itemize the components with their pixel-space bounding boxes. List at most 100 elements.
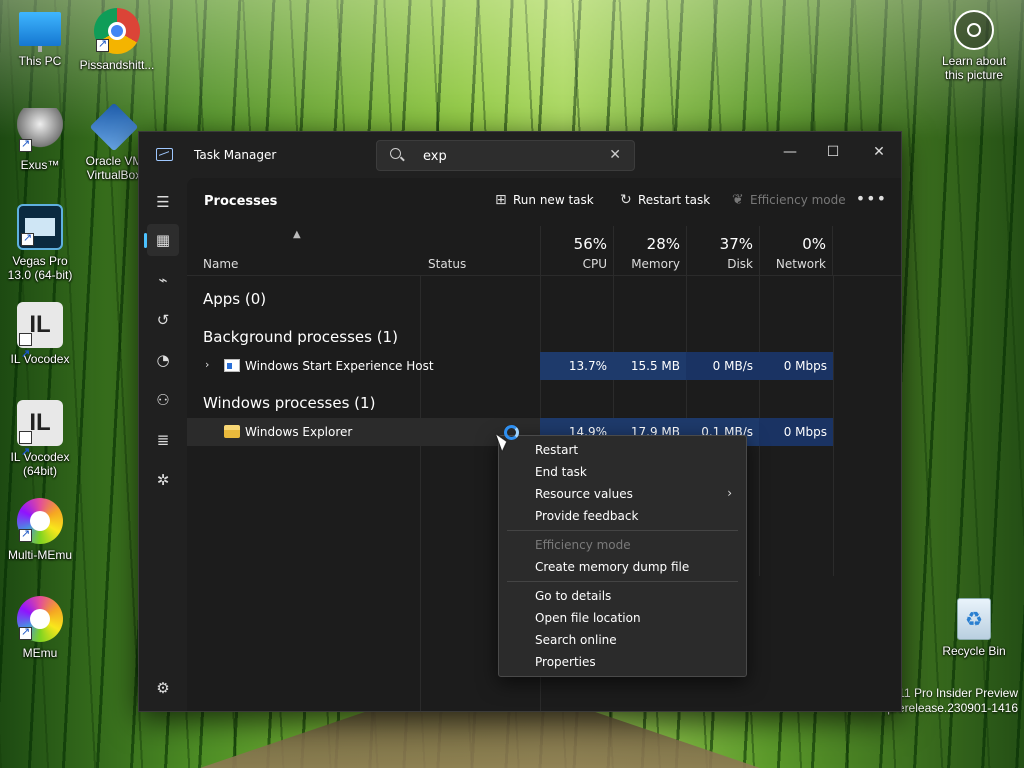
menu-item-resource-values[interactable]: Resource values [535, 487, 633, 501]
memu-icon [17, 498, 63, 544]
column-memory[interactable]: 28% Memory [613, 226, 686, 276]
hamburger-menu-icon[interactable]: ☰ [147, 186, 179, 218]
menu-item-end-task[interactable]: End task [535, 465, 587, 479]
memory-cell: 15.5 MB [613, 352, 686, 380]
run-new-task-label: Run new task [513, 193, 594, 207]
desktop-icon-vegas[interactable]: Vegas Pro 13.0 (64-bit) [0, 204, 80, 282]
performance-icon: ⌁ [158, 271, 168, 289]
sidebar-item-settings[interactable]: ⚙ [147, 672, 179, 704]
desktop-icon-label: This PC [18, 54, 62, 68]
close-button[interactable]: ✕ [856, 138, 902, 166]
column-header: ▲ Name Status 56% CPU 28% Memory 37% Dis… [187, 226, 901, 276]
sidebar-item-app-history[interactable]: ↺ [147, 304, 179, 336]
maximize-button[interactable]: ☐ [810, 138, 856, 166]
memory-total: 28% [646, 235, 680, 253]
restart-task-button[interactable]: ↻ Restart task [620, 192, 710, 208]
chrome-icon [94, 8, 140, 54]
startup-gauge-icon: ◔ [156, 351, 170, 369]
run-task-icon: ⊞ [495, 192, 507, 208]
group-background: Background processes (1) [203, 328, 398, 346]
column-status[interactable]: Status [428, 257, 466, 271]
il-icon: IL [17, 302, 63, 377]
column-name[interactable]: Name [203, 257, 238, 271]
shortcut-arrow-icon [96, 37, 109, 52]
shortcut-arrow-icon [19, 429, 32, 475]
history-icon: ↺ [156, 311, 170, 329]
sidebar-item-users[interactable]: ⚇ [147, 384, 179, 416]
more-options-icon[interactable]: ••• [856, 189, 887, 208]
menu-item-provide-feedback[interactable]: Provide feedback [535, 509, 638, 523]
desktop-icon-chrome[interactable]: Pissandshitt... [77, 8, 157, 72]
menu-item-create-dump[interactable]: Create memory dump file [535, 560, 689, 574]
disk-cell: 0 MB/s [686, 352, 759, 380]
shortcut-arrow-icon [19, 331, 32, 377]
search-box[interactable]: ✕ [376, 140, 635, 171]
title-bar[interactable]: Task Manager ✕ — ☐ ✕ [139, 132, 901, 178]
restart-task-label: Restart task [638, 193, 711, 207]
menu-item-efficiency-mode: Efficiency mode [535, 538, 631, 552]
menu-item-open-file-location[interactable]: Open file location [535, 611, 641, 625]
os-watermark: 11 Pro Insider Preview prerelease.230901… [887, 686, 1018, 716]
watermark-line-2: prerelease.230901-1416 [887, 701, 1018, 715]
desktop-icon-label: MEmu [22, 646, 58, 660]
search-input[interactable] [423, 147, 593, 165]
menu-item-properties[interactable]: Properties [535, 655, 596, 669]
desktop-icon-il-vocodex[interactable]: IL IL Vocodex [0, 302, 80, 377]
table-row[interactable]: › Windows Start Experience Host 13.7% 15… [187, 352, 833, 380]
group-windows: Windows processes (1) [203, 394, 376, 412]
column-divider [420, 276, 421, 711]
desktop-icon-label: Learn about this picture [941, 54, 1007, 82]
window-title: Task Manager [194, 148, 277, 162]
network-total: 0% [802, 235, 826, 253]
processes-icon: ▦ [155, 231, 171, 249]
sidebar-item-details[interactable]: ≣ [147, 424, 179, 456]
run-new-task-button[interactable]: ⊞ Run new task [495, 192, 594, 208]
desktop-icon-learn-about-picture[interactable]: Learn about this picture [934, 10, 1014, 82]
clear-search-icon[interactable]: ✕ [609, 147, 621, 163]
column-disk[interactable]: 37% Disk [686, 226, 759, 276]
sidebar-item-processes[interactable]: ▦ [144, 224, 179, 256]
column-cpu[interactable]: 56% CPU [540, 226, 613, 276]
sidebar-item-services[interactable]: ✲ [147, 464, 179, 496]
search-icon [390, 148, 401, 159]
desktop-icon-label: Multi-MEmu [7, 548, 72, 562]
column-divider [833, 276, 834, 576]
efficiency-mode-button[interactable]: ❦ Efficiency mode [732, 192, 846, 208]
desktop-icon-memu[interactable]: MEmu [0, 596, 80, 660]
menu-separator [507, 581, 738, 582]
disk-total: 37% [719, 235, 753, 253]
desktop-icon-this-pc[interactable]: This PC [0, 12, 80, 68]
minimize-button[interactable]: — [767, 138, 813, 166]
exus-icon [17, 108, 63, 154]
shortcut-arrow-icon [19, 137, 32, 152]
chevron-right-icon: › [727, 486, 732, 500]
chevron-right-icon[interactable]: › [205, 358, 209, 371]
app-window-icon [224, 359, 240, 372]
busy-spinner-icon [504, 425, 519, 440]
network-cell: 0 Mbps [759, 418, 833, 446]
memu-icon [17, 596, 63, 642]
shortcut-arrow-icon [21, 231, 34, 246]
network-cell: 0 Mbps [759, 352, 833, 380]
gear-icon: ⚙ [156, 679, 170, 697]
sidebar-item-startup-apps[interactable]: ◔ [147, 344, 179, 376]
desktop-icon-multi-memu[interactable]: Multi-MEmu [0, 498, 80, 562]
desktop-icon-label: Pissandshitt... [79, 58, 155, 72]
desktop-icon-recycle-bin[interactable]: ♻ Recycle Bin [934, 598, 1014, 658]
sort-up-icon: ▲ [293, 229, 301, 240]
desktop-icon-exus[interactable]: Exus™ [0, 108, 80, 172]
process-name: Windows Start Experience Host [245, 359, 434, 373]
desktop-icon-label: Exus™ [20, 158, 60, 172]
services-puzzle-icon: ✲ [156, 471, 170, 489]
sidebar-item-performance[interactable]: ⌁ [147, 264, 179, 296]
menu-item-go-to-details[interactable]: Go to details [535, 589, 611, 603]
desktop-icon-il-vocodex-64[interactable]: IL IL Vocodex (64bit) [0, 400, 80, 478]
efficiency-mode-label: Efficiency mode [750, 193, 846, 207]
desktop: { "desktop": { "icons": [ {"label": "Thi… [0, 0, 1024, 768]
menu-item-restart[interactable]: Restart [535, 443, 578, 457]
column-network[interactable]: 0% Network [759, 226, 833, 276]
leaf-icon: ❦ [732, 192, 744, 208]
folder-icon [224, 425, 240, 438]
menu-item-search-online[interactable]: Search online [535, 633, 617, 647]
virtualbox-icon [89, 102, 139, 152]
